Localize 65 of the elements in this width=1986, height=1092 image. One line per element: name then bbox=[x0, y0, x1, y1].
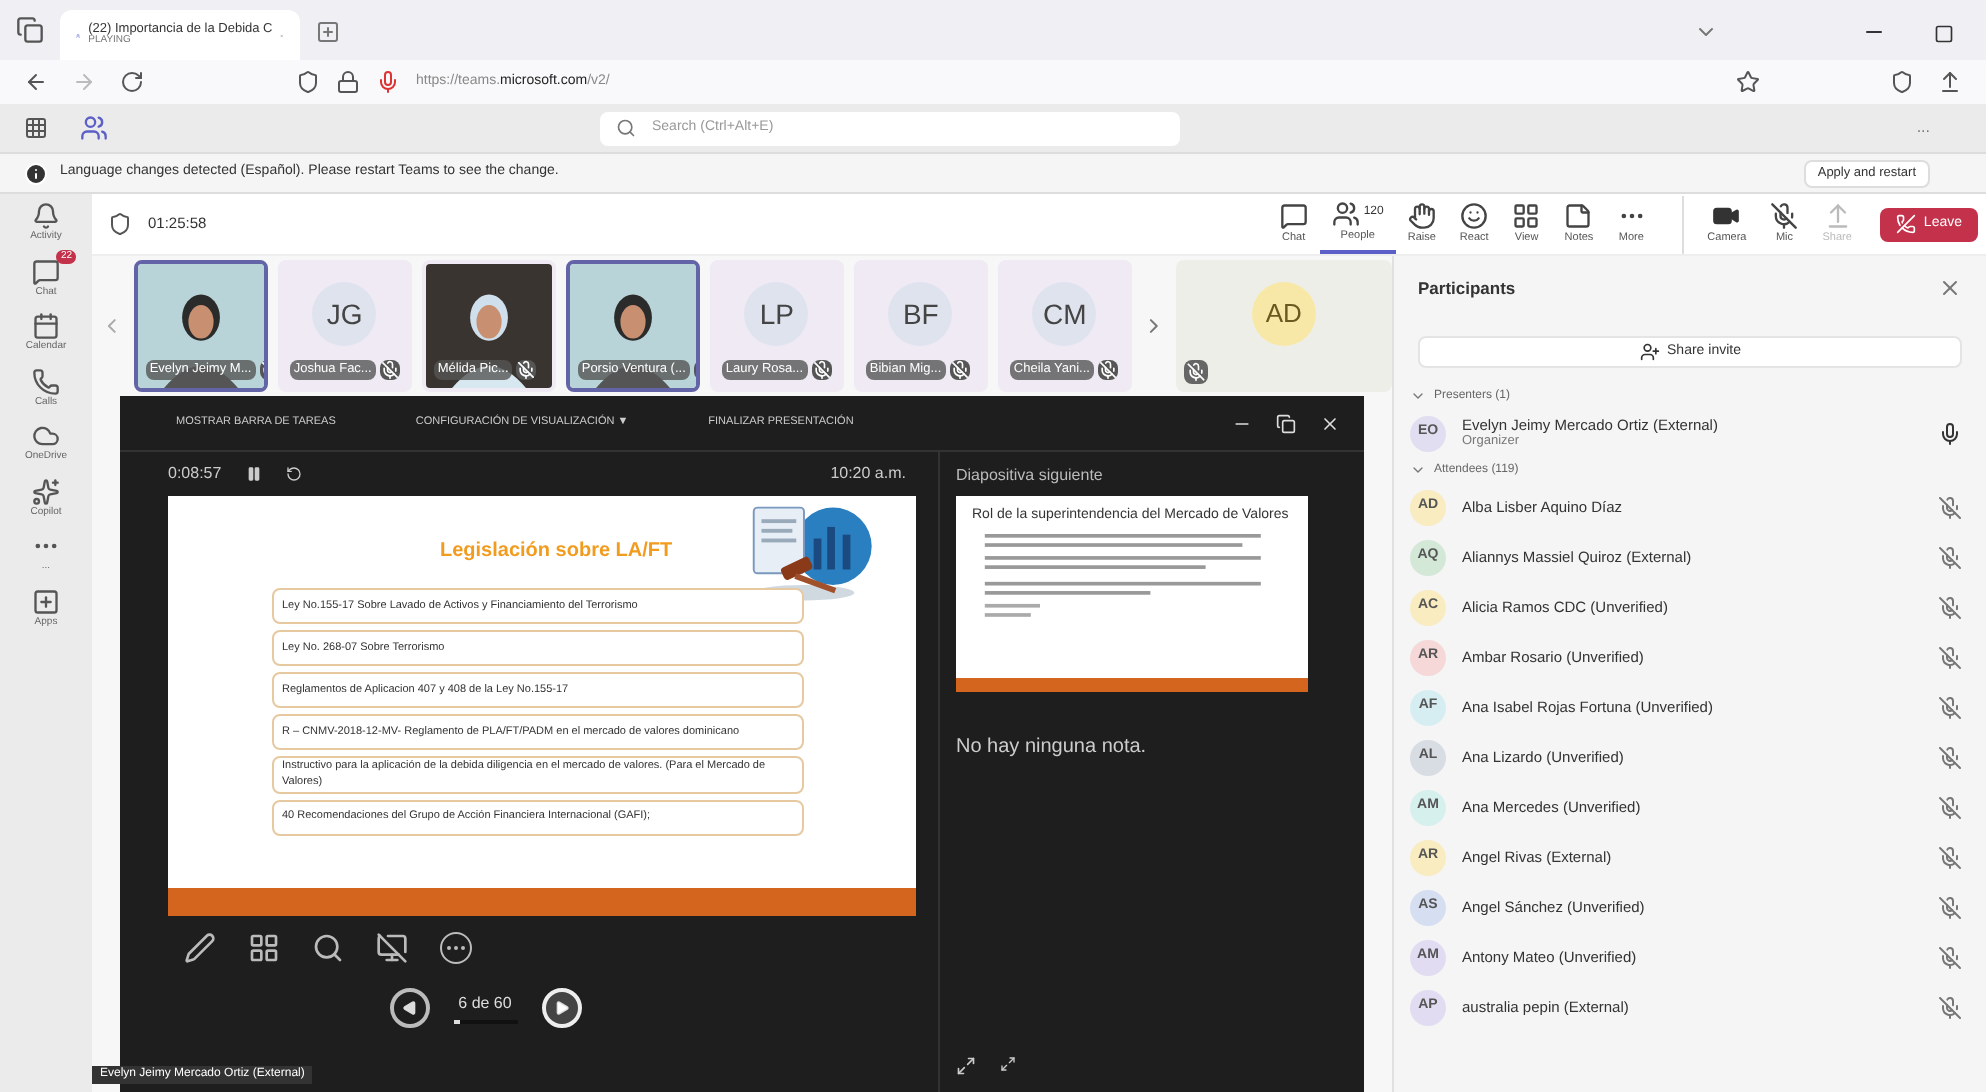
collapse-icon[interactable] bbox=[1410, 388, 1426, 404]
mic-icon bbox=[376, 70, 400, 94]
view-icon bbox=[1512, 201, 1541, 230]
elapsed-time: 0:08:57 bbox=[168, 462, 222, 486]
share-icon bbox=[1823, 201, 1852, 230]
next-slide-label: Diapositiva siguiente bbox=[956, 464, 1105, 488]
chat-icon bbox=[1279, 201, 1308, 230]
shield-icon bbox=[296, 70, 320, 94]
more-icon[interactable] bbox=[440, 932, 472, 964]
shield-icon bbox=[108, 212, 132, 236]
participant-tile[interactable]: AD bbox=[1175, 260, 1393, 392]
invite-icon bbox=[1639, 342, 1660, 362]
people-icon bbox=[1331, 199, 1360, 228]
zoom-icon[interactable] bbox=[312, 932, 344, 964]
search-icon bbox=[616, 118, 636, 138]
slide-counter: 6 de 60 bbox=[458, 992, 512, 1016]
back-icon[interactable] bbox=[24, 70, 48, 94]
mic-off-icon bbox=[1183, 360, 1208, 384]
pause-icon[interactable] bbox=[245, 466, 262, 482]
app-launcher-icon[interactable] bbox=[24, 116, 48, 140]
tab-overview-icon[interactable] bbox=[16, 16, 44, 44]
lock-icon bbox=[336, 70, 360, 94]
mic-off-icon bbox=[379, 360, 400, 380]
notes-text: No hay ninguna nota. bbox=[956, 734, 1149, 762]
collapse-icon[interactable] bbox=[1410, 462, 1426, 478]
avatar: CM bbox=[1032, 282, 1097, 346]
pen-icon[interactable] bbox=[184, 932, 216, 964]
previous-icon bbox=[401, 1000, 417, 1016]
panel-title: Participants bbox=[1418, 275, 1518, 301]
mic-icon bbox=[1770, 201, 1799, 230]
screen-off-icon[interactable] bbox=[376, 932, 408, 964]
slides-grid-icon[interactable] bbox=[248, 932, 280, 964]
next-slide-button[interactable] bbox=[541, 988, 581, 1028]
info-icon bbox=[24, 161, 48, 185]
new-tab-icon[interactable] bbox=[316, 20, 340, 44]
bookmark-icon[interactable] bbox=[1736, 70, 1760, 94]
mic-off-icon bbox=[949, 360, 970, 380]
hang-up-icon bbox=[1895, 214, 1916, 234]
previous-slide-button[interactable] bbox=[389, 988, 429, 1028]
restart-icon[interactable] bbox=[285, 466, 302, 482]
bell-icon bbox=[32, 202, 60, 230]
maximize-icon[interactable] bbox=[1934, 24, 1954, 44]
mic-off-icon bbox=[1097, 360, 1118, 380]
raise-icon bbox=[1407, 201, 1436, 230]
calendar-icon bbox=[31, 312, 60, 340]
avatar: BF bbox=[888, 282, 953, 346]
clock: 10:20 a.m. bbox=[830, 462, 908, 486]
react-icon bbox=[1460, 201, 1489, 230]
close-icon[interactable] bbox=[1320, 413, 1340, 433]
next-icon bbox=[553, 1000, 569, 1016]
mic-off-icon bbox=[811, 360, 832, 380]
avatar: JG bbox=[312, 282, 377, 346]
cloud-icon bbox=[32, 422, 60, 450]
slide-title: Legislación sobre LA/FT bbox=[440, 538, 675, 566]
apps-icon bbox=[32, 587, 60, 615]
mic-off-icon bbox=[516, 360, 537, 380]
restore-icon[interactable] bbox=[1276, 413, 1296, 433]
avatar: AD bbox=[1251, 282, 1316, 346]
calls-icon bbox=[32, 367, 60, 395]
chat-icon bbox=[32, 257, 60, 285]
more-options[interactable]: ... bbox=[1916, 116, 1930, 140]
reload-icon[interactable] bbox=[120, 70, 144, 94]
avatar: LP bbox=[744, 282, 809, 346]
copilot-icon bbox=[31, 477, 60, 505]
notes-icon bbox=[1564, 201, 1593, 230]
